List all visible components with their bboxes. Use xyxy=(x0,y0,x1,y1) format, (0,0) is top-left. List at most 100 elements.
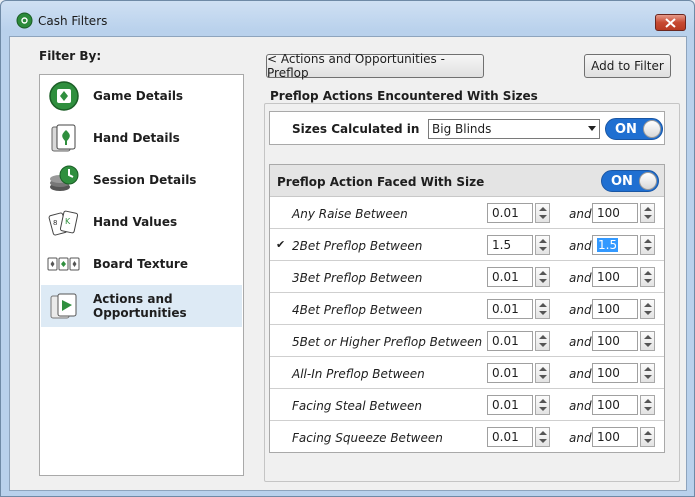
stepper-down-icon[interactable] xyxy=(539,311,547,315)
stepper-up-icon[interactable] xyxy=(644,335,652,339)
stepper-down-icon[interactable] xyxy=(539,375,547,379)
stepper-up-icon[interactable] xyxy=(644,271,652,275)
sidebar-item-session-details[interactable]: Session Details xyxy=(41,159,242,201)
sidebar-item-hand-details[interactable]: Hand Details xyxy=(41,117,242,159)
stepper-down-icon[interactable] xyxy=(644,311,652,315)
max-value-text: 1.5 xyxy=(597,238,619,252)
stepper-up-icon[interactable] xyxy=(539,271,547,275)
max-value-stepper[interactable] xyxy=(640,331,655,351)
action-row-label: Any Raise Between xyxy=(292,207,408,221)
stepper-down-icon[interactable] xyxy=(644,375,652,379)
min-value-input[interactable]: 1.5 xyxy=(487,235,533,255)
title-bar: Cash Filters xyxy=(1,1,694,35)
stepper-up-icon[interactable] xyxy=(644,239,652,243)
action-row[interactable]: 5Bet or Higher Preflop Between 0.01 and 100 xyxy=(270,325,664,357)
close-icon xyxy=(665,17,676,28)
and-label: and xyxy=(569,367,592,381)
action-row[interactable]: Facing Steal Between 0.01 and 100 xyxy=(270,389,664,421)
preflop-action-faced-panel: Preflop Action Faced With Size ON Any Ra… xyxy=(269,164,665,453)
stepper-down-icon[interactable] xyxy=(539,215,547,219)
max-value-input[interactable]: 100 xyxy=(592,331,638,351)
stepper-up-icon[interactable] xyxy=(539,303,547,307)
action-row[interactable]: 3Bet Preflop Between 0.01 and 100 xyxy=(270,261,664,293)
stepper-down-icon[interactable] xyxy=(539,247,547,251)
max-value-stepper[interactable] xyxy=(640,395,655,415)
max-value-stepper[interactable] xyxy=(640,427,655,447)
max-value-input[interactable]: 100 xyxy=(592,363,638,383)
stepper-up-icon[interactable] xyxy=(539,399,547,403)
max-value-input[interactable]: 100 xyxy=(592,267,638,287)
session-details-icon xyxy=(50,165,79,191)
action-row[interactable]: Any Raise Between 0.01 and 100 xyxy=(270,197,664,229)
close-button[interactable] xyxy=(655,14,686,31)
stepper-down-icon[interactable] xyxy=(539,439,547,443)
max-value-text: 100 xyxy=(597,270,620,284)
stepper-down-icon[interactable] xyxy=(539,279,547,283)
max-value-stepper[interactable] xyxy=(640,267,655,287)
min-value-input[interactable]: 0.01 xyxy=(487,203,533,223)
stepper-down-icon[interactable] xyxy=(644,343,652,347)
stepper-up-icon[interactable] xyxy=(644,399,652,403)
min-value-stepper[interactable] xyxy=(535,395,550,415)
max-value-text: 100 xyxy=(597,430,620,444)
max-value-input[interactable]: 100 xyxy=(592,299,638,319)
action-faced-toggle[interactable]: ON xyxy=(601,170,659,192)
back-to-actions-button[interactable]: < Actions and Opportunities - Preflop xyxy=(266,52,484,80)
min-value-input[interactable]: 0.01 xyxy=(487,395,533,415)
stepper-down-icon[interactable] xyxy=(644,279,652,283)
stepper-down-icon[interactable] xyxy=(539,407,547,411)
sidebar-item-actions-opportunities[interactable]: Actions and Opportunities xyxy=(41,285,242,327)
max-value-stepper[interactable] xyxy=(640,299,655,319)
min-value-stepper[interactable] xyxy=(535,235,550,255)
stepper-down-icon[interactable] xyxy=(644,215,652,219)
sidebar-item-label: Board Texture xyxy=(93,257,188,271)
stepper-up-icon[interactable] xyxy=(644,431,652,435)
stepper-up-icon[interactable] xyxy=(539,335,547,339)
action-row-label: All-In Preflop Between xyxy=(292,367,425,381)
min-value-stepper[interactable] xyxy=(535,299,550,319)
action-row[interactable]: Facing Squeeze Between 0.01 and 100 xyxy=(270,421,664,453)
stepper-up-icon[interactable] xyxy=(644,303,652,307)
action-panel-title: Preflop Action Faced With Size xyxy=(277,175,485,189)
stepper-up-icon[interactable] xyxy=(644,207,652,211)
stepper-up-icon[interactable] xyxy=(539,431,547,435)
min-value-input[interactable]: 0.01 xyxy=(487,299,533,319)
min-value-stepper[interactable] xyxy=(535,363,550,383)
sidebar-item-game-details[interactable]: Game Details xyxy=(41,75,242,117)
stepper-up-icon[interactable] xyxy=(644,367,652,371)
sizes-unit-select[interactable]: Big Blinds xyxy=(428,119,600,139)
action-row-label: 3Bet Preflop Between xyxy=(292,271,423,285)
action-row[interactable]: ✔ 2Bet Preflop Between 1.5 and 1.5 xyxy=(270,229,664,261)
max-value-input[interactable]: 100 xyxy=(592,427,638,447)
add-to-filter-button[interactable]: Add to Filter xyxy=(584,54,671,78)
stepper-down-icon[interactable] xyxy=(539,343,547,347)
stepper-down-icon[interactable] xyxy=(644,247,652,251)
max-value-stepper[interactable] xyxy=(640,363,655,383)
max-value-input[interactable]: 100 xyxy=(592,395,638,415)
min-value-input[interactable]: 0.01 xyxy=(487,427,533,447)
stepper-up-icon[interactable] xyxy=(539,239,547,243)
and-label: and xyxy=(569,207,592,221)
hand-values-icon: K 8 xyxy=(48,210,79,236)
stepper-up-icon[interactable] xyxy=(539,367,547,371)
max-value-stepper[interactable] xyxy=(640,235,655,255)
min-value-stepper[interactable] xyxy=(535,427,550,447)
sidebar-item-board-texture[interactable]: Board Texture xyxy=(41,243,242,285)
sizes-toggle[interactable]: ON xyxy=(605,118,663,140)
action-row[interactable]: 4Bet Preflop Between 0.01 and 100 xyxy=(270,293,664,325)
stepper-up-icon[interactable] xyxy=(539,207,547,211)
max-value-input[interactable]: 100 xyxy=(592,203,638,223)
stepper-down-icon[interactable] xyxy=(644,407,652,411)
min-value-stepper[interactable] xyxy=(535,267,550,287)
max-value-stepper[interactable] xyxy=(640,203,655,223)
min-value-input[interactable]: 0.01 xyxy=(487,363,533,383)
min-value-stepper[interactable] xyxy=(535,331,550,351)
and-label: and xyxy=(569,271,592,285)
action-row[interactable]: All-In Preflop Between 0.01 and 100 xyxy=(270,357,664,389)
stepper-down-icon[interactable] xyxy=(644,439,652,443)
min-value-input[interactable]: 0.01 xyxy=(487,331,533,351)
max-value-input[interactable]: 1.5 xyxy=(592,235,638,255)
min-value-stepper[interactable] xyxy=(535,203,550,223)
sidebar-item-hand-values[interactable]: K 8 Hand Values xyxy=(41,201,242,243)
min-value-input[interactable]: 0.01 xyxy=(487,267,533,287)
